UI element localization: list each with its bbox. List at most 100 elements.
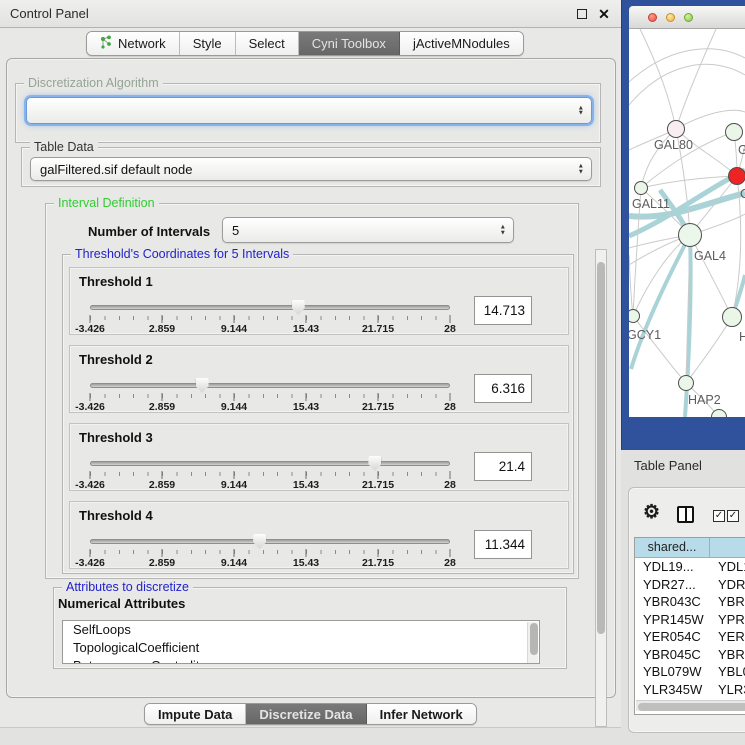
table-row[interactable]: YLR345W YLR3 (635, 681, 745, 699)
list-item[interactable]: BetweennessCentrality (63, 657, 539, 664)
scrollbar-thumb[interactable] (597, 262, 605, 634)
network-node[interactable] (725, 123, 743, 141)
table-row[interactable]: YDL19... YDL1 (635, 558, 745, 576)
slider-ticks (90, 549, 450, 557)
node-label: GAL80 (654, 138, 693, 152)
tab-network[interactable]: Network (87, 32, 180, 55)
tab-impute-data[interactable]: Impute Data (145, 704, 246, 724)
threshold-3-panel: Threshold 3 -3.426 2.859 9.144 (69, 423, 569, 491)
list-item[interactable]: TopologicalCoefficient (63, 639, 539, 657)
close-traffic-light-icon[interactable] (648, 13, 657, 22)
table-row[interactable]: YBL079W YBL0 (635, 663, 745, 681)
thresholds-group: Threshold's Coordinates for 5 Intervals … (62, 254, 574, 574)
group-title: Attributes to discretize (62, 580, 193, 594)
threshold-4-panel: Threshold 4 -3.426 2.859 9.144 (69, 501, 569, 569)
zoom-traffic-light-icon[interactable] (684, 13, 693, 22)
table-data-group: Table Data galFiltered.sif default node … (21, 147, 601, 187)
node-label: H (739, 330, 745, 344)
node-label: GA (738, 143, 745, 157)
float-window-icon[interactable] (577, 9, 587, 19)
threshold-1-slider[interactable]: -3.426 2.859 9.144 15.43 21.715 28 (90, 300, 450, 334)
number-of-intervals-combo[interactable]: 5 ▲▼ (222, 217, 514, 243)
panel-scrollbar[interactable] (595, 249, 607, 727)
network-node[interactable] (678, 223, 702, 247)
threshold-4-slider[interactable]: -3.426 2.859 9.144 15.43 21.715 28 (90, 534, 450, 568)
numerical-attributes-list[interactable]: SelfLoops TopologicalCoefficient Between… (62, 620, 540, 664)
column-layout-icon[interactable] (677, 506, 694, 523)
table-panel-window: ⚙ ✓ ✓ shared... n YDL19... YDL1 YDR27...… (628, 487, 745, 733)
slider-tick-labels: -3.426 2.859 9.144 15.43 21.715 28 (90, 401, 450, 413)
slider-ticks (90, 471, 450, 479)
threshold-3-slider[interactable]: -3.426 2.859 9.144 15.43 21.715 28 (90, 456, 450, 490)
bottom-strip (0, 727, 621, 745)
bottom-tab-bar: Impute Data Discretize Data Infer Networ… (144, 703, 477, 725)
network-node[interactable] (678, 375, 694, 391)
table-row[interactable]: YBR043C YBR0 (635, 593, 745, 611)
tab-label: Infer Network (380, 707, 463, 722)
column-header[interactable]: n (710, 538, 745, 558)
node-label: GCY1 (629, 328, 661, 342)
list-item[interactable]: SelfLoops (63, 621, 539, 639)
algorithm-combo[interactable]: ▲▼ (26, 97, 592, 124)
threshold-2-value-field[interactable]: 6.316 (474, 374, 532, 403)
list-scrollbar[interactable] (527, 622, 538, 664)
tab-jactivemnodules[interactable]: jActiveMNodules (400, 32, 523, 55)
network-canvas[interactable]: GAL80GACGAL11GAL4GCY1HHAP2 (629, 29, 745, 417)
slider-thumb[interactable] (292, 300, 305, 315)
group-title: Discretization Algorithm (24, 76, 163, 90)
control-panel-window: Control Panel ✕ Network Style (0, 0, 621, 745)
table-row[interactable]: YPR145W YPR1 (635, 611, 745, 629)
threshold-label: Threshold 4 (79, 508, 153, 523)
table-row[interactable]: YBR045C YBR0 (635, 646, 745, 664)
slider-tick-labels: -3.426 2.859 9.144 15.43 21.715 28 (90, 557, 450, 569)
minimize-traffic-light-icon[interactable] (666, 13, 675, 22)
gear-icon[interactable]: ⚙ (643, 501, 660, 524)
discretization-algorithm-group: Discretization Algorithm ▲▼ (15, 83, 601, 143)
group-title: Threshold's Coordinates for 5 Intervals (71, 247, 293, 261)
threshold-2-panel: Threshold 2 -3.426 2.859 9.144 (69, 345, 569, 413)
interval-definition-group: Interval Definition Number of Intervals … (45, 203, 579, 579)
table-row[interactable]: YDR27... YDR2 (635, 576, 745, 594)
table-panel-title: Table Panel (634, 458, 702, 473)
slider-thumb[interactable] (196, 378, 209, 393)
slider-track (90, 305, 450, 310)
threshold-1-value-field[interactable]: 14.713 (474, 296, 532, 325)
slider-track (90, 461, 450, 466)
network-window-titlebar[interactable] (629, 6, 745, 29)
cyni-toolbox-panel: Discretization Algorithm ▲▼ Table Data g… (6, 58, 616, 698)
slider-ticks (90, 315, 450, 323)
threshold-label: Threshold 1 (79, 274, 153, 289)
node-label: HAP2 (688, 393, 721, 407)
close-icon[interactable]: ✕ (596, 5, 612, 23)
column-header[interactable]: shared... (635, 538, 710, 558)
scrollbar-thumb[interactable] (638, 703, 745, 711)
slider-thumb[interactable] (368, 456, 381, 471)
combo-arrows-icon: ▲▼ (500, 225, 506, 236)
network-node[interactable] (634, 181, 648, 195)
tab-label: Discretize Data (259, 707, 352, 722)
tab-label: jActiveMNodules (413, 36, 510, 51)
checkbox-icon[interactable]: ✓ (727, 510, 739, 522)
slider-thumb[interactable] (253, 534, 266, 549)
network-node[interactable] (728, 167, 745, 185)
tab-label: Style (193, 36, 222, 51)
table-data-combo[interactable]: galFiltered.sif default node ▲▼ (30, 157, 592, 181)
window-title: Control Panel (10, 0, 89, 28)
threshold-2-slider[interactable]: -3.426 2.859 9.144 15.43 21.715 28 (90, 378, 450, 412)
combo-arrows-icon: ▲▼ (578, 105, 584, 116)
threshold-4-value-field[interactable]: 11.344 (474, 530, 532, 559)
node-attribute-table[interactable]: shared... n YDL19... YDL1 YDR27... YDR2 … (634, 537, 745, 715)
network-node[interactable] (722, 307, 742, 327)
tab-infer-network[interactable]: Infer Network (367, 704, 476, 724)
table-horizontal-scrollbar[interactable] (636, 700, 745, 711)
threshold-3-value-field[interactable]: 21.4 (474, 452, 532, 481)
checkbox-icon[interactable]: ✓ (713, 510, 725, 522)
table-row[interactable]: YER054C YER0 (635, 628, 745, 646)
tab-style[interactable]: Style (180, 32, 236, 55)
tab-select[interactable]: Select (236, 32, 299, 55)
network-node[interactable] (667, 120, 685, 138)
slider-track (90, 383, 450, 388)
slider-tick-labels: -3.426 2.859 9.144 15.43 21.715 28 (90, 323, 450, 335)
tab-discretize-data[interactable]: Discretize Data (246, 704, 366, 724)
tab-cyni-toolbox[interactable]: Cyni Toolbox (299, 32, 400, 55)
